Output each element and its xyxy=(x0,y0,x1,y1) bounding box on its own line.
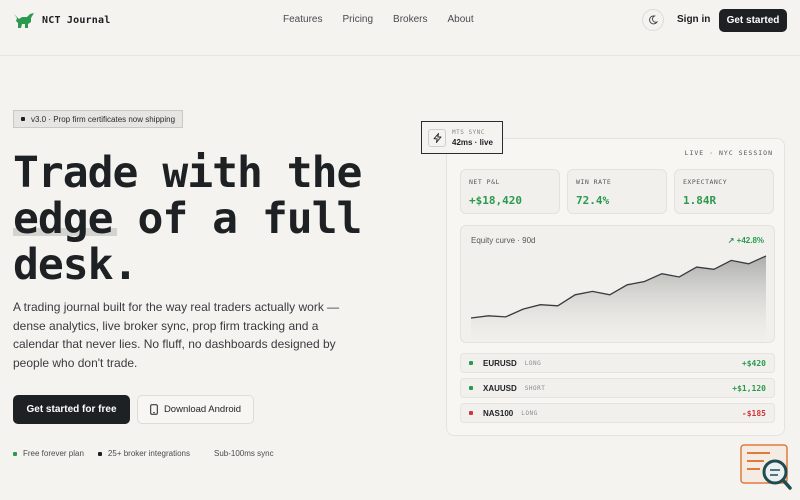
trade-side: LONG xyxy=(521,409,538,417)
perk-item: 25+ broker integrations xyxy=(97,449,190,458)
get-started-free-button[interactable]: Get started for free xyxy=(13,395,130,424)
hero-title-line-2: edge of a full xyxy=(13,194,362,244)
phone-icon xyxy=(150,404,158,415)
trade-pnl: -$185 xyxy=(741,408,766,418)
release-badge[interactable]: v3.0 · Prop firm certificates now shippi… xyxy=(13,110,184,128)
equity-curve-card: Equity curve · 90d ↗ +42.8% xyxy=(460,225,775,343)
equity-title: Equity curve · 90d xyxy=(471,236,536,245)
trade-row[interactable]: EURUSD LONG +$420 xyxy=(460,353,775,373)
bull-logo-icon xyxy=(14,13,34,28)
trade-dot-icon xyxy=(469,411,473,415)
trade-pnl: +$420 xyxy=(741,358,766,368)
trade-dot-icon xyxy=(469,361,473,365)
stat-card-net-pnl: NET P&L +$18,420 xyxy=(460,169,560,214)
perk-label: Free forever plan xyxy=(23,449,84,458)
moon-icon xyxy=(649,15,658,25)
perks-list: Free forever plan 25+ broker integration… xyxy=(13,449,274,458)
get-started-button[interactable]: Get started xyxy=(719,9,787,32)
trade-dot-icon xyxy=(469,386,473,390)
nav-link-brokers[interactable]: Brokers xyxy=(393,14,427,25)
equity-change: ↗ +42.8% xyxy=(727,236,764,245)
hero-description: A trading journal built for the way real… xyxy=(13,300,340,370)
badge-text: v3.0 · Prop firm certificates now shippi… xyxy=(31,114,176,124)
search-report-icon[interactable] xyxy=(740,444,792,492)
trade-symbol: NAS100 xyxy=(483,408,514,418)
trade-side: SHORT xyxy=(524,384,546,392)
stat-label: NET P&L xyxy=(469,178,500,186)
trade-pnl: +$1,120 xyxy=(732,383,766,393)
sync-status-card: MTS SYNC 42ms · live xyxy=(421,121,503,154)
download-android-button[interactable]: Download Android xyxy=(137,395,254,424)
perk-dot-icon xyxy=(13,451,17,456)
trade-side: LONG xyxy=(524,359,542,367)
nav-divider xyxy=(0,55,800,56)
badge-dot-icon xyxy=(21,117,25,121)
brand-name: NCT Journal xyxy=(42,15,111,26)
stat-value: +$18,420 xyxy=(469,194,522,207)
lightning-icon xyxy=(428,128,446,147)
stat-label: WIN RATE xyxy=(576,178,612,186)
brand[interactable]: NCT Journal xyxy=(13,12,110,29)
hero-title-line-3: desk. xyxy=(13,240,138,290)
stat-label: EXPECTANCY xyxy=(683,178,728,186)
perk-dot-icon xyxy=(97,451,102,456)
trade-symbol: EURUSD xyxy=(483,358,517,368)
trade-row[interactable]: NAS100 LONG -$185 xyxy=(460,403,775,423)
stat-value: 72.4% xyxy=(576,194,610,207)
perk-dot-icon xyxy=(203,451,208,456)
nav-link-about[interactable]: About xyxy=(448,14,474,25)
live-session-label: LIVE · NYC SESSION xyxy=(684,149,773,157)
sign-in-link[interactable]: Sign in xyxy=(677,14,710,25)
hero-title: Trade with the edge of a full desk. xyxy=(13,150,433,288)
download-android-label: Download Android xyxy=(163,404,242,415)
hero-title-line-1: Trade with the xyxy=(13,148,362,198)
equity-area xyxy=(471,256,766,342)
sync-label: MTS SYNC xyxy=(452,128,485,136)
nav-link-pricing[interactable]: Pricing xyxy=(342,14,373,25)
theme-toggle-button[interactable] xyxy=(642,9,664,31)
perk-item: Sub-100ms sync xyxy=(203,449,274,458)
perk-label: 25+ broker integrations xyxy=(107,449,190,458)
trade-symbol: XAUUSD xyxy=(483,383,517,393)
dashboard-preview: LIVE · NYC SESSION NET P&L +$18,420 WIN … xyxy=(446,138,785,436)
nav-link-features[interactable]: Features xyxy=(283,14,322,25)
sync-value: 42ms · live xyxy=(452,137,493,147)
nav-links: Features Pricing Brokers About xyxy=(283,14,494,25)
top-nav: NCT Journal Features Pricing Brokers Abo… xyxy=(0,0,800,42)
stat-value: 1.84R xyxy=(683,194,717,207)
stat-card-win-rate: WIN RATE 72.4% xyxy=(567,169,667,214)
perk-item: Free forever plan xyxy=(13,449,84,458)
perk-label: Sub-100ms sync xyxy=(213,449,274,458)
stat-card-expectancy: EXPECTANCY 1.84R xyxy=(674,169,774,214)
trade-row[interactable]: XAUUSD SHORT +$1,120 xyxy=(460,378,775,398)
